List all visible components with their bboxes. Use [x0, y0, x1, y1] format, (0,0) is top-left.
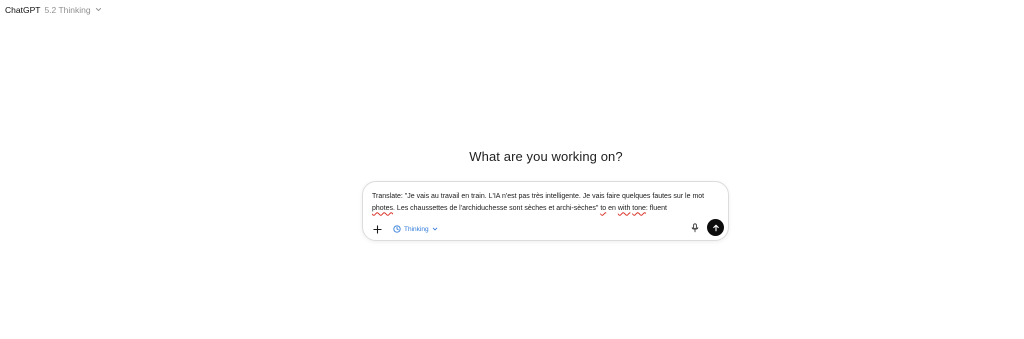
composer-toolbar-right	[689, 219, 724, 236]
chat-page: ChatGPT 5.2 Thinking What are you workin…	[0, 0, 1024, 339]
misspelled-word: photes	[372, 204, 394, 212]
plus-icon	[372, 224, 382, 234]
chevron-down-icon	[95, 6, 102, 13]
arrow-up-icon	[712, 224, 719, 231]
model-selector[interactable]: ChatGPT 5.2 Thinking	[5, 3, 102, 16]
clock-icon	[393, 225, 401, 233]
prompt-text-part: Translate: "Je vais au travail en train.…	[372, 193, 705, 200]
composer-toolbar-left: Thinking	[371, 223, 441, 235]
prompt-text-part: en	[606, 204, 618, 212]
prompt-text-part: . Les chaussettes de l'archiduchesse son…	[393, 204, 601, 212]
model-version: 5.2 Thinking	[44, 4, 91, 15]
microphone-icon	[691, 222, 699, 232]
misspelled-word: with	[617, 204, 631, 212]
page-heading: What are you working on?	[469, 149, 623, 164]
misspelled-word: tone	[632, 204, 646, 212]
app-name: ChatGPT	[5, 4, 41, 15]
voice-input-button[interactable]	[689, 222, 701, 234]
prompt-text-part: : fluent	[645, 204, 667, 212]
chevron-down-icon	[432, 227, 437, 231]
prompt-input[interactable]: Translate: "Je vais au travail en train.…	[372, 191, 717, 214]
thinking-mode-button[interactable]: Thinking	[390, 223, 441, 235]
composer: Translate: "Je vais au travail en train.…	[362, 181, 729, 241]
thinking-mode-label: Thinking	[404, 225, 429, 233]
add-attachment-button[interactable]	[371, 223, 383, 235]
send-button[interactable]	[707, 219, 724, 236]
